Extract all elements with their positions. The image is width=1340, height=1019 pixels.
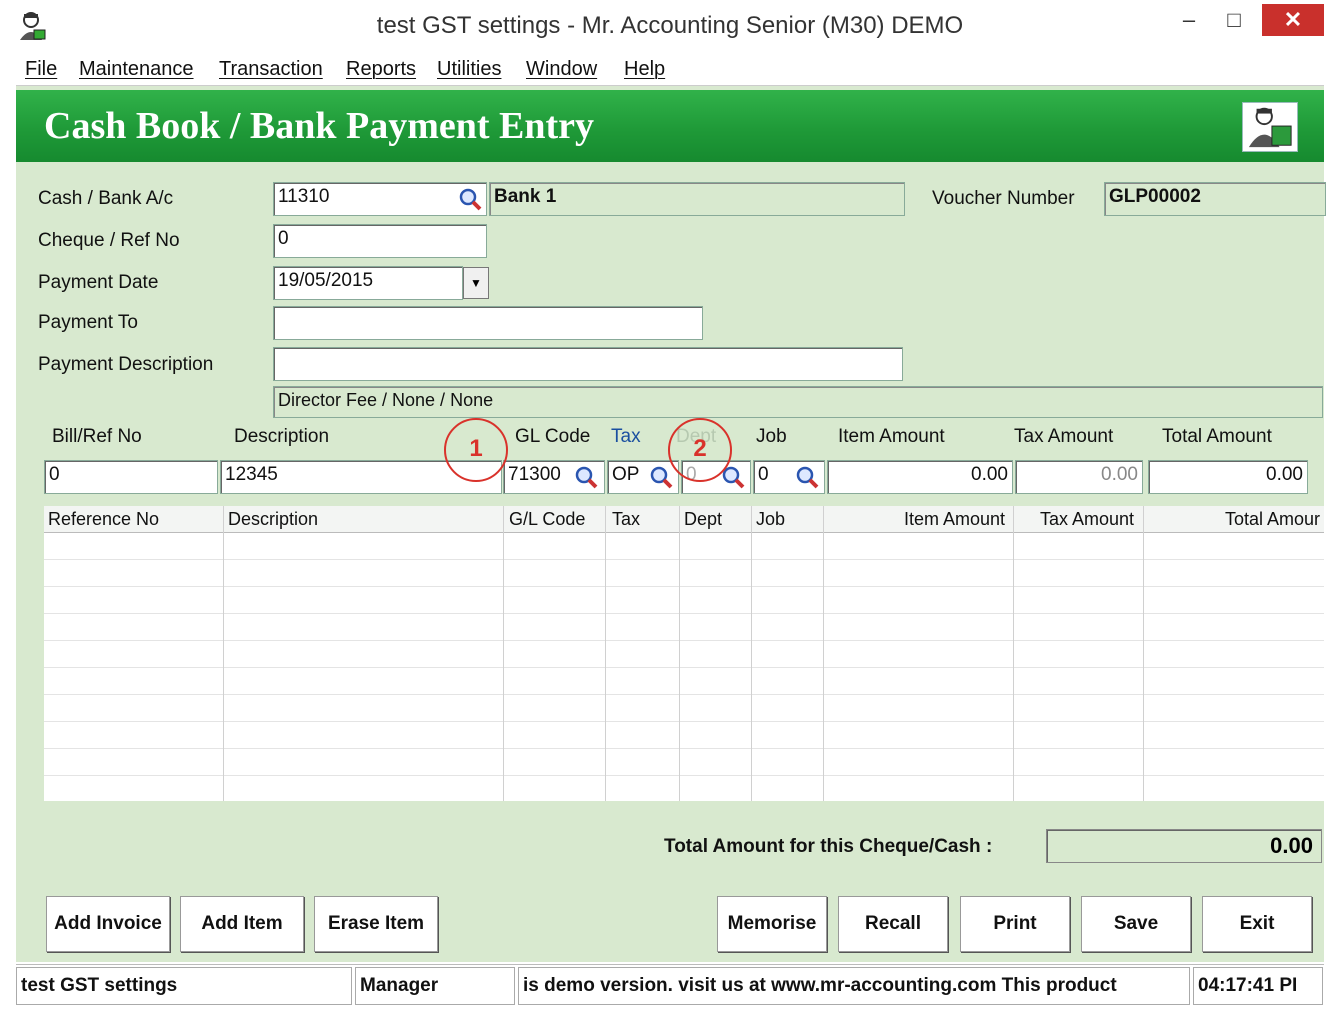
table-row[interactable] bbox=[44, 722, 1324, 749]
form-title: Cash Book / Bank Payment Entry bbox=[44, 105, 595, 147]
search-icon[interactable] bbox=[455, 185, 485, 213]
menu-file[interactable]: File bbox=[25, 58, 57, 81]
table-row[interactable] bbox=[44, 695, 1324, 722]
grid-divider bbox=[223, 506, 224, 801]
grid-col-dept[interactable]: Dept bbox=[684, 509, 722, 530]
tax-amount-input: 0.00 bbox=[1015, 460, 1143, 494]
status-company: test GST settings bbox=[16, 967, 352, 1005]
grid-header: Reference No Description G/L Code Tax De… bbox=[44, 506, 1324, 533]
total-amount-input[interactable]: 0.00 bbox=[1148, 460, 1308, 494]
voucher-number-display: GLP00002 bbox=[1104, 182, 1326, 216]
recall-button[interactable]: Recall bbox=[838, 896, 948, 952]
print-button[interactable]: Print bbox=[960, 896, 1070, 952]
grid-divider bbox=[823, 506, 824, 801]
payment-entry-form: Cash Book / Bank Payment Entry Cash / Ba… bbox=[16, 86, 1326, 962]
bank-name-display: Bank 1 bbox=[489, 182, 905, 216]
search-icon[interactable] bbox=[646, 463, 676, 491]
grid-divider bbox=[751, 506, 752, 801]
table-row[interactable] bbox=[44, 614, 1324, 641]
menu-reports[interactable]: Reports bbox=[346, 58, 416, 81]
total-amount-display: 0.00 bbox=[1046, 829, 1322, 863]
menu-help[interactable]: Help bbox=[624, 58, 665, 81]
cash-bank-label: Cash / Bank A/c bbox=[38, 188, 174, 209]
status-message: is demo version. visit us at www.mr-acco… bbox=[518, 967, 1190, 1005]
table-row[interactable] bbox=[44, 560, 1324, 587]
grid-col-total-amount[interactable]: Total Amour bbox=[1225, 509, 1320, 530]
menu-utilities[interactable]: Utilities bbox=[437, 58, 501, 81]
grid-col-gl-code[interactable]: G/L Code bbox=[509, 509, 585, 530]
total-amount-header: Total Amount bbox=[1162, 426, 1272, 447]
grid-divider bbox=[1143, 506, 1144, 801]
menu-bar: File Maintenance Transaction Reports Uti… bbox=[16, 54, 1324, 86]
status-time: 04:17:41 PI bbox=[1193, 967, 1323, 1005]
add-invoice-button[interactable]: Add Invoice bbox=[46, 896, 170, 952]
description-header: Description bbox=[234, 426, 330, 447]
table-row[interactable] bbox=[44, 749, 1324, 776]
erase-item-button[interactable]: Erase Item bbox=[314, 896, 438, 952]
grid-divider bbox=[605, 506, 606, 801]
cheque-input[interactable]: 0 bbox=[273, 224, 487, 258]
tax-header: Tax bbox=[611, 426, 641, 447]
tax-amount-header: Tax Amount bbox=[1014, 426, 1114, 447]
grid-divider bbox=[1013, 506, 1014, 801]
menu-window[interactable]: Window bbox=[526, 58, 597, 81]
voucher-label: Voucher Number bbox=[932, 188, 1075, 209]
grid-divider bbox=[679, 506, 680, 801]
item-amount-header: Item Amount bbox=[838, 426, 945, 447]
grid-col-tax[interactable]: Tax bbox=[612, 509, 640, 530]
marker-1: 1 bbox=[444, 418, 508, 482]
header-logo-icon bbox=[1242, 102, 1298, 152]
form-header: Cash Book / Bank Payment Entry bbox=[16, 90, 1324, 162]
payment-date-label: Payment Date bbox=[38, 272, 159, 293]
bill-ref-input[interactable]: 0 bbox=[44, 460, 218, 494]
grid-col-reference[interactable]: Reference No bbox=[48, 509, 159, 530]
item-amount-input[interactable]: 0.00 bbox=[827, 460, 1013, 494]
grid-col-description[interactable]: Description bbox=[228, 509, 318, 530]
exit-button[interactable]: Exit bbox=[1202, 896, 1312, 952]
payment-to-label: Payment To bbox=[38, 312, 138, 333]
payment-description-label: Payment Description bbox=[38, 354, 214, 375]
payment-description-input[interactable] bbox=[273, 347, 903, 381]
gl-code-header: GL Code bbox=[515, 426, 591, 447]
search-icon[interactable] bbox=[792, 463, 822, 491]
table-row[interactable] bbox=[44, 668, 1324, 695]
maximize-button[interactable]: □ bbox=[1208, 4, 1260, 36]
cheque-label: Cheque / Ref No bbox=[38, 230, 180, 251]
window-title: test GST settings - Mr. Accounting Senio… bbox=[376, 12, 964, 39]
menu-maintenance[interactable]: Maintenance bbox=[79, 58, 194, 81]
status-bar: test GST settings Manager is demo versio… bbox=[16, 964, 1324, 1006]
bill-ref-header: Bill/Ref No bbox=[52, 426, 142, 447]
table-row[interactable] bbox=[44, 641, 1324, 668]
table-row[interactable] bbox=[44, 776, 1324, 801]
grid-divider bbox=[503, 506, 504, 801]
analysis-display: Director Fee / None / None bbox=[273, 386, 1323, 418]
title-bar: test GST settings - Mr. Accounting Senio… bbox=[0, 0, 1340, 54]
add-item-button[interactable]: Add Item bbox=[180, 896, 304, 952]
payment-to-input[interactable] bbox=[273, 306, 703, 340]
total-amount-label: Total Amount for this Cheque/Cash : bbox=[664, 836, 993, 857]
items-grid[interactable]: Reference No Description G/L Code Tax De… bbox=[44, 506, 1324, 801]
status-user: Manager bbox=[355, 967, 515, 1005]
close-button[interactable]: ✕ bbox=[1262, 4, 1324, 36]
grid-col-item-amount[interactable]: Item Amount bbox=[904, 509, 1005, 530]
table-row[interactable] bbox=[44, 533, 1324, 560]
search-icon[interactable] bbox=[571, 463, 601, 491]
payment-date-input[interactable]: 19/05/2015 bbox=[273, 266, 463, 300]
memorise-button[interactable]: Memorise bbox=[717, 896, 827, 952]
table-row[interactable] bbox=[44, 587, 1324, 614]
grid-col-job[interactable]: Job bbox=[756, 509, 785, 530]
save-button[interactable]: Save bbox=[1081, 896, 1191, 952]
dropdown-arrow-icon[interactable]: ▼ bbox=[463, 267, 489, 299]
grid-col-tax-amount[interactable]: Tax Amount bbox=[1040, 509, 1134, 530]
menu-transaction[interactable]: Transaction bbox=[219, 58, 323, 81]
marker-2: 2 bbox=[668, 418, 732, 482]
job-header: Job bbox=[756, 426, 787, 447]
